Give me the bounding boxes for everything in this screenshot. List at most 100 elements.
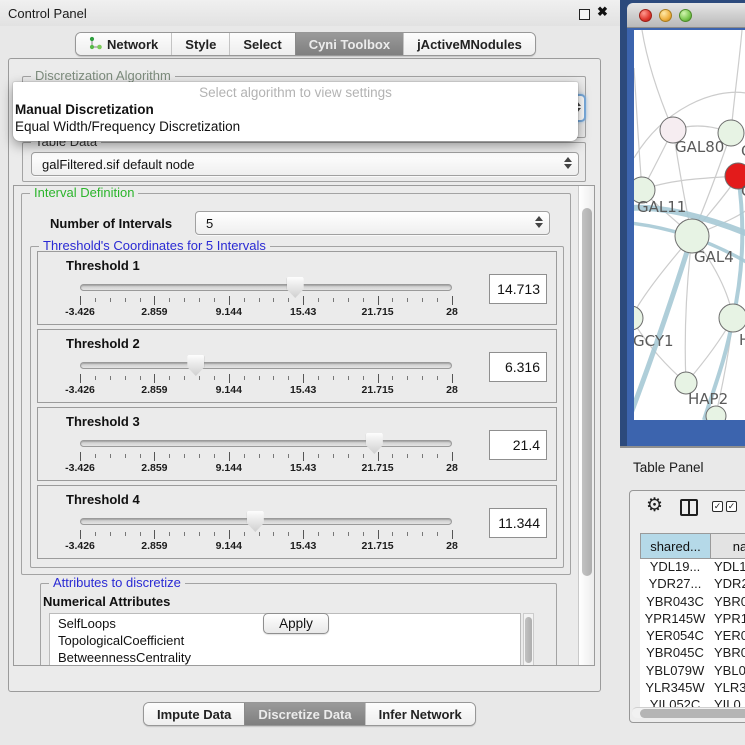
table-scrollbar-thumb[interactable]	[640, 709, 745, 718]
table-row[interactable]: YBR045CYBR0	[640, 645, 745, 662]
apply-button[interactable]: Apply	[263, 613, 329, 634]
cell-name[interactable]: YBL0	[710, 663, 745, 680]
tab-label: jActiveMNodules	[417, 37, 522, 52]
table-row[interactable]: YER054CYER0	[640, 628, 745, 645]
cell-name[interactable]: YER0	[710, 628, 745, 645]
tab-impute-data[interactable]: Impute Data	[144, 703, 244, 725]
checkbox-icon[interactable]: ✓	[712, 501, 723, 512]
slider-thumb[interactable]	[247, 511, 264, 532]
cell-name[interactable]: YBR0	[710, 645, 745, 662]
table-data-combobox[interactable]: galFiltered.sif default node	[31, 152, 579, 176]
slider-thumb[interactable]	[187, 355, 204, 376]
number-of-intervals-combobox[interactable]: 5	[195, 211, 550, 235]
cell-name[interactable]: YLR3	[710, 680, 745, 697]
dropdown-placeholder-item[interactable]: Select algorithm to view settings	[13, 85, 578, 102]
network-canvas[interactable]: GAL80GCGAL11GAL4GCY1HHAP2	[634, 30, 745, 420]
tick-mark	[169, 298, 170, 302]
threshold-value-field[interactable]: 11.344	[489, 508, 547, 538]
network-edge[interactable]	[642, 30, 673, 130]
column-header-name[interactable]: na	[710, 533, 745, 559]
cell-shared-name[interactable]: YBR043C	[640, 594, 710, 611]
cell-shared-name[interactable]: YDL19...	[640, 559, 710, 576]
table-row[interactable]: YDL19...YDL1	[640, 559, 745, 576]
slider-thumb[interactable]	[287, 277, 304, 298]
tab-cyni-toolbox[interactable]: Cyni Toolbox	[295, 33, 403, 55]
dropdown-option-equal-width[interactable]: Equal Width/Frequency Discretization	[13, 119, 578, 136]
slider-track[interactable]	[80, 284, 452, 291]
tick-mark	[214, 454, 215, 458]
table-row[interactable]: YLR345WYLR3	[640, 680, 745, 697]
tick-mark	[80, 452, 81, 461]
settings-vertical-scrollbar[interactable]	[578, 186, 594, 665]
table-row[interactable]: YBL079WYBL0	[640, 663, 745, 680]
cell-name[interactable]: YDL1	[710, 559, 745, 576]
zoom-traffic-light[interactable]	[679, 9, 692, 22]
table-row[interactable]: YPR145WYPR1	[640, 611, 745, 628]
table-row[interactable]: YBR043CYBR0	[640, 594, 745, 611]
network-window-titlebar[interactable]	[627, 3, 745, 28]
tab-discretize-data[interactable]: Discretize Data	[244, 703, 364, 725]
tick-label: -3.426	[65, 540, 95, 552]
tick-mark	[378, 374, 379, 383]
tick-mark	[392, 298, 393, 302]
threshold-value-field[interactable]: 14.713	[489, 274, 547, 304]
cell-shared-name[interactable]: YIL052C	[640, 697, 710, 707]
slider-track[interactable]	[80, 362, 452, 369]
tab-style[interactable]: Style	[171, 33, 229, 55]
cell-shared-name[interactable]: YBR045C	[640, 645, 710, 662]
tick-mark	[407, 454, 408, 458]
tab-network[interactable]: Network	[76, 33, 171, 55]
slider-track[interactable]	[80, 440, 452, 447]
node-gcy1[interactable]	[634, 306, 643, 330]
close-traffic-light[interactable]	[639, 9, 652, 22]
cell-shared-name[interactable]: YLR345W	[640, 680, 710, 697]
tick-mark	[110, 454, 111, 458]
threshold-value-field[interactable]: 6.316	[489, 352, 547, 382]
tick-label: 9.144	[216, 462, 242, 474]
tick-mark	[392, 532, 393, 536]
column-header-shared-name[interactable]: shared...	[640, 533, 710, 559]
tick-mark	[407, 298, 408, 302]
node-right-mid[interactable]	[719, 304, 745, 332]
float-window-icon[interactable]	[579, 9, 590, 20]
network-edge[interactable]	[731, 30, 742, 133]
tab-infer-network[interactable]: Infer Network	[365, 703, 475, 725]
tick-mark	[318, 298, 319, 302]
attribute-list-item[interactable]: BetweennessCentrality	[58, 650, 520, 665]
settings-scrollbar-thumb[interactable]	[582, 208, 592, 576]
minimize-traffic-light[interactable]	[659, 9, 672, 22]
network-icon	[89, 36, 102, 53]
attributes-list-scrollbar[interactable]	[523, 613, 534, 665]
cell-name[interactable]: YIL0	[710, 697, 745, 707]
tick-mark	[154, 452, 155, 461]
threshold-value-field[interactable]: 21.4	[489, 430, 547, 460]
cell-shared-name[interactable]: YPR145W	[640, 611, 710, 628]
tab-select[interactable]: Select	[229, 33, 294, 55]
tick-mark	[422, 298, 423, 302]
table-row[interactable]: YDR27...YDR2	[640, 576, 745, 593]
network-edge[interactable]	[642, 176, 738, 190]
table-row[interactable]: YIL052CYIL0	[640, 697, 745, 707]
close-icon[interactable]: ✖	[597, 4, 608, 20]
table-horizontal-scrollbar[interactable]	[632, 707, 745, 718]
cell-shared-name[interactable]: YDR27...	[640, 576, 710, 593]
gear-icon[interactable]: ⚙	[646, 496, 663, 516]
columns-icon[interactable]	[680, 499, 698, 516]
network-edge[interactable]	[634, 68, 642, 190]
threshold-panel: Threshold 4 -3.4262.8599.14415.4321.7152…	[37, 485, 557, 559]
cell-shared-name[interactable]: YBL079W	[640, 663, 710, 680]
tick-mark	[303, 374, 304, 383]
slider-thumb[interactable]	[366, 433, 383, 454]
cell-name[interactable]: YDR2	[710, 576, 745, 593]
cell-name[interactable]: YBR0	[710, 594, 745, 611]
attribute-list-item[interactable]: TopologicalCoefficient	[58, 633, 520, 650]
attributes-scrollbar-thumb[interactable]	[525, 617, 532, 663]
tick-mark	[214, 532, 215, 536]
tab-jactivemnodules[interactable]: jActiveMNodules	[403, 33, 535, 55]
slider-track[interactable]	[80, 518, 452, 525]
checkbox-icon[interactable]: ✓	[726, 501, 737, 512]
numerical-attributes-label: Numerical Attributes	[43, 594, 170, 609]
cell-name[interactable]: YPR1	[710, 611, 745, 628]
dropdown-option-manual[interactable]: Manual Discretization	[13, 102, 578, 119]
cell-shared-name[interactable]: YER054C	[640, 628, 710, 645]
